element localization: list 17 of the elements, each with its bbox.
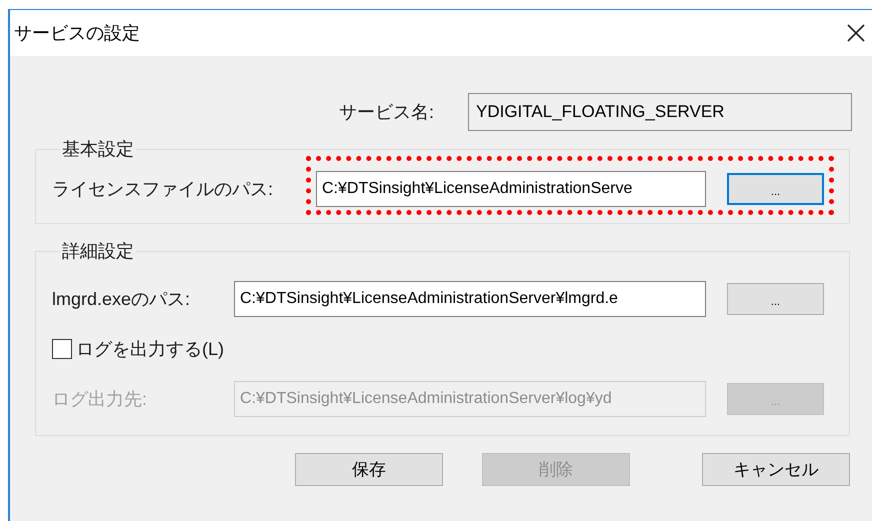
dialog-button[interactable]: キャンセル	[702, 453, 850, 486]
group-title: 基本設定	[61, 138, 135, 161]
browse-button[interactable]: ...	[727, 173, 824, 205]
field-label: サービス名:	[338, 100, 434, 124]
group-title: 詳細設定	[61, 240, 135, 263]
dialog-button[interactable]: 保存	[295, 453, 443, 486]
checkbox[interactable]	[52, 339, 72, 359]
service-name-field: YDIGITAL_FLOATING_SERVER	[468, 93, 852, 131]
path-field[interactable]: C:¥DTSinsight¥LicenseAdministrationServer¥lmgrd.e	[234, 281, 706, 317]
close-icon[interactable]	[846, 23, 866, 43]
field-label: ログ出力先:	[52, 388, 148, 410]
path-field[interactable]: C:¥DTSinsight¥LicenseAdministrationServe	[316, 171, 706, 207]
field-label: lmgrd.exeのパス:	[52, 288, 190, 311]
checkbox-label[interactable]: ログを出力する(L)	[76, 336, 224, 362]
window-title: サービスの設定	[14, 22, 140, 44]
field-label: ライセンスファイルのパス:	[52, 178, 274, 200]
browse-button[interactable]: ...	[727, 283, 824, 315]
